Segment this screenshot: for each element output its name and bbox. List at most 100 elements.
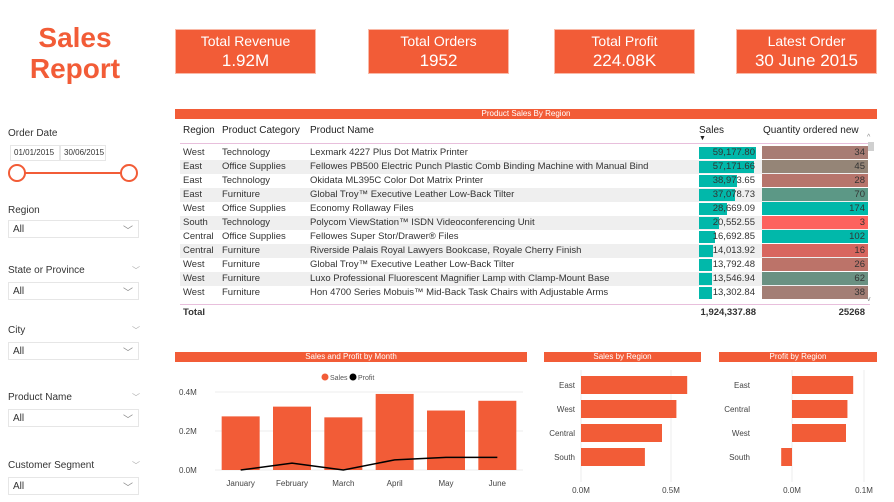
kpi-value: 1.92M xyxy=(221,51,270,70)
customer-segment-dropdown[interactable]: All ﹀ xyxy=(8,477,139,495)
sales-data-bar xyxy=(699,259,713,271)
cell-quantity: 70 xyxy=(762,188,868,201)
column-header-quantity[interactable]: Quantity ordered new xyxy=(763,125,859,136)
product-name-dropdown[interactable]: All ﹀ xyxy=(8,409,139,427)
cell-region: Central xyxy=(183,231,214,242)
chevron-down-icon[interactable]: ﹀ xyxy=(132,460,140,471)
chevron-down-icon[interactable]: ﹀ xyxy=(132,265,140,276)
cell-region: Central xyxy=(183,245,214,256)
cell-category: Office Supplies xyxy=(222,231,286,242)
sales-bar xyxy=(273,406,311,470)
cell-category: Office Supplies xyxy=(222,161,286,172)
city-dropdown[interactable]: All ﹀ xyxy=(8,342,139,360)
column-header-category[interactable]: Product Category xyxy=(222,125,300,136)
sales-value: 38,973.65 xyxy=(712,175,755,186)
table-title: Product Sales By Region xyxy=(175,109,877,119)
legend-sales-label: Sales xyxy=(330,375,348,382)
cell-category: Technology xyxy=(222,147,271,158)
sales-data-bar xyxy=(699,273,712,285)
table-row[interactable]: West Technology Lexmark 4227 Plus Dot Matr… xyxy=(180,146,868,160)
date-slider-start-handle[interactable] xyxy=(8,164,26,182)
column-header-region[interactable]: Region xyxy=(183,125,215,136)
region-dropdown[interactable]: All ﹀ xyxy=(8,220,139,238)
product-name-filter-label: Product Name xyxy=(8,392,72,403)
table-row[interactable]: Central Office Supplies Fellowes Super Sto… xyxy=(180,230,868,244)
report-title-line-2: Report xyxy=(29,53,121,84)
customer-segment-filter-label: Customer Segment xyxy=(8,460,95,471)
cell-quantity: 26 xyxy=(762,258,868,271)
x-tick-label: 0.1M xyxy=(855,486,873,495)
sales-data-bar xyxy=(699,245,713,257)
region-filter-label: Region xyxy=(8,205,40,216)
cell-region: East xyxy=(183,189,203,200)
sales-value: 13,302.84 xyxy=(712,287,755,298)
product-name-dropdown-value: All xyxy=(13,413,25,424)
sales-bar xyxy=(324,417,363,470)
state-dropdown-value: All xyxy=(13,286,25,297)
report-title: Sales Report xyxy=(20,22,130,84)
table-row[interactable]: West Furniture Hon 4700 Series Mobuis™ Mid… xyxy=(180,286,868,300)
chevron-down-icon: ﹀ xyxy=(123,226,133,237)
date-range-slider-track[interactable] xyxy=(16,172,128,174)
cell-sales: 59,177.80 xyxy=(699,146,758,159)
order-date-label: Order Date xyxy=(8,128,58,139)
kpi-value: 30 June 2015 xyxy=(754,51,859,70)
region-bar xyxy=(581,424,662,442)
chevron-down-icon[interactable]: ﹀ xyxy=(132,392,140,403)
kpi-card-total-revenue: Total Revenue 1.92M xyxy=(175,29,316,74)
table-row[interactable]: South Technology Polycom ViewStation™ ISDN… xyxy=(180,216,868,230)
table-total-row: Total 1,924,337.88 25268 xyxy=(180,304,870,320)
cell-product: Hon 4700 Series Mobuis™ Mid-Back Task Ch… xyxy=(310,287,609,298)
cell-category: Furniture xyxy=(222,245,261,256)
kpi-card-total-orders: Total Orders 1952 xyxy=(368,29,509,74)
scroll-up-icon[interactable]: ^ xyxy=(867,134,870,141)
region-dropdown-value: All xyxy=(13,224,25,235)
end-date-input[interactable]: 30/06/2015 xyxy=(60,145,106,161)
legend-sales-marker xyxy=(321,373,329,381)
y-tick-label: 0.4M xyxy=(179,388,197,397)
table-row[interactable]: West Office Supplies Economy Rollaway File… xyxy=(180,202,868,216)
table-scrollbar[interactable]: ^ v xyxy=(867,134,875,310)
scrollbar-thumb[interactable] xyxy=(868,142,874,151)
column-header-sales[interactable]: Sales ▼ xyxy=(699,125,724,142)
state-dropdown[interactable]: All ﹀ xyxy=(8,282,139,300)
table-row[interactable]: West Furniture Luxo Professional Fluoresce… xyxy=(180,272,868,286)
sales-value: 37,078.73 xyxy=(712,189,755,200)
sales-profit-month-chart: Sales Profit 0.0M 0.2M 0.4M January February Ma… xyxy=(179,373,523,488)
cell-product: Polycom ViewStation™ ISDN Videoconferenc… xyxy=(310,217,535,228)
scroll-down-icon[interactable]: v xyxy=(867,296,871,303)
cell-product: Luxo Professional Fluorescent Magnifier … xyxy=(310,273,610,284)
cell-product: Okidata ML395C Color Dot Matrix Printer xyxy=(310,175,484,186)
start-date-input[interactable]: 01/01/2015 xyxy=(10,145,60,161)
cell-region: West xyxy=(183,273,205,284)
cell-category: Furniture xyxy=(222,189,261,200)
cell-quantity: 45 xyxy=(762,160,868,173)
sales-value: 57,171.66 xyxy=(712,161,755,172)
table-row[interactable]: East Technology Okidata ML395C Color Dot M… xyxy=(180,174,868,188)
table-row[interactable]: East Office Supplies Fellowes PB500 Electr… xyxy=(180,160,868,174)
cell-product: Economy Rollaway Files xyxy=(310,203,414,214)
kpi-value: 1952 xyxy=(419,51,458,70)
x-tick-label: 0.0M xyxy=(572,486,590,495)
cell-quantity: 28 xyxy=(762,174,868,187)
column-header-product[interactable]: Product Name xyxy=(310,125,374,136)
region-bar xyxy=(581,400,677,418)
total-sales: 1,924,337.88 xyxy=(700,307,756,318)
cell-category: Office Supplies xyxy=(222,203,286,214)
cell-region: East xyxy=(183,175,203,186)
category-label: West xyxy=(732,429,751,438)
profit-region-chart-title: Profit by Region xyxy=(719,352,877,362)
date-slider-end-handle[interactable] xyxy=(120,164,138,182)
table-row[interactable]: West Furniture Global Troy™ Executive Leat… xyxy=(180,258,868,272)
table-row[interactable]: East Furniture Global Troy™ Executive Leat… xyxy=(180,188,868,202)
region-bar xyxy=(792,376,854,394)
x-tick-label: January xyxy=(226,479,254,488)
table-row[interactable]: Central Furniture Riverside Palais Royal L… xyxy=(180,244,868,258)
sales-data-bar xyxy=(699,287,712,299)
chevron-down-icon[interactable]: ﹀ xyxy=(132,325,140,336)
y-tick-label: 0.2M xyxy=(179,427,197,436)
sales-value: 20,552.55 xyxy=(712,217,755,228)
cell-sales: 57,171.66 xyxy=(699,160,758,173)
cell-quantity: 102 xyxy=(762,230,868,243)
cell-sales: 20,552.55 xyxy=(699,216,758,229)
